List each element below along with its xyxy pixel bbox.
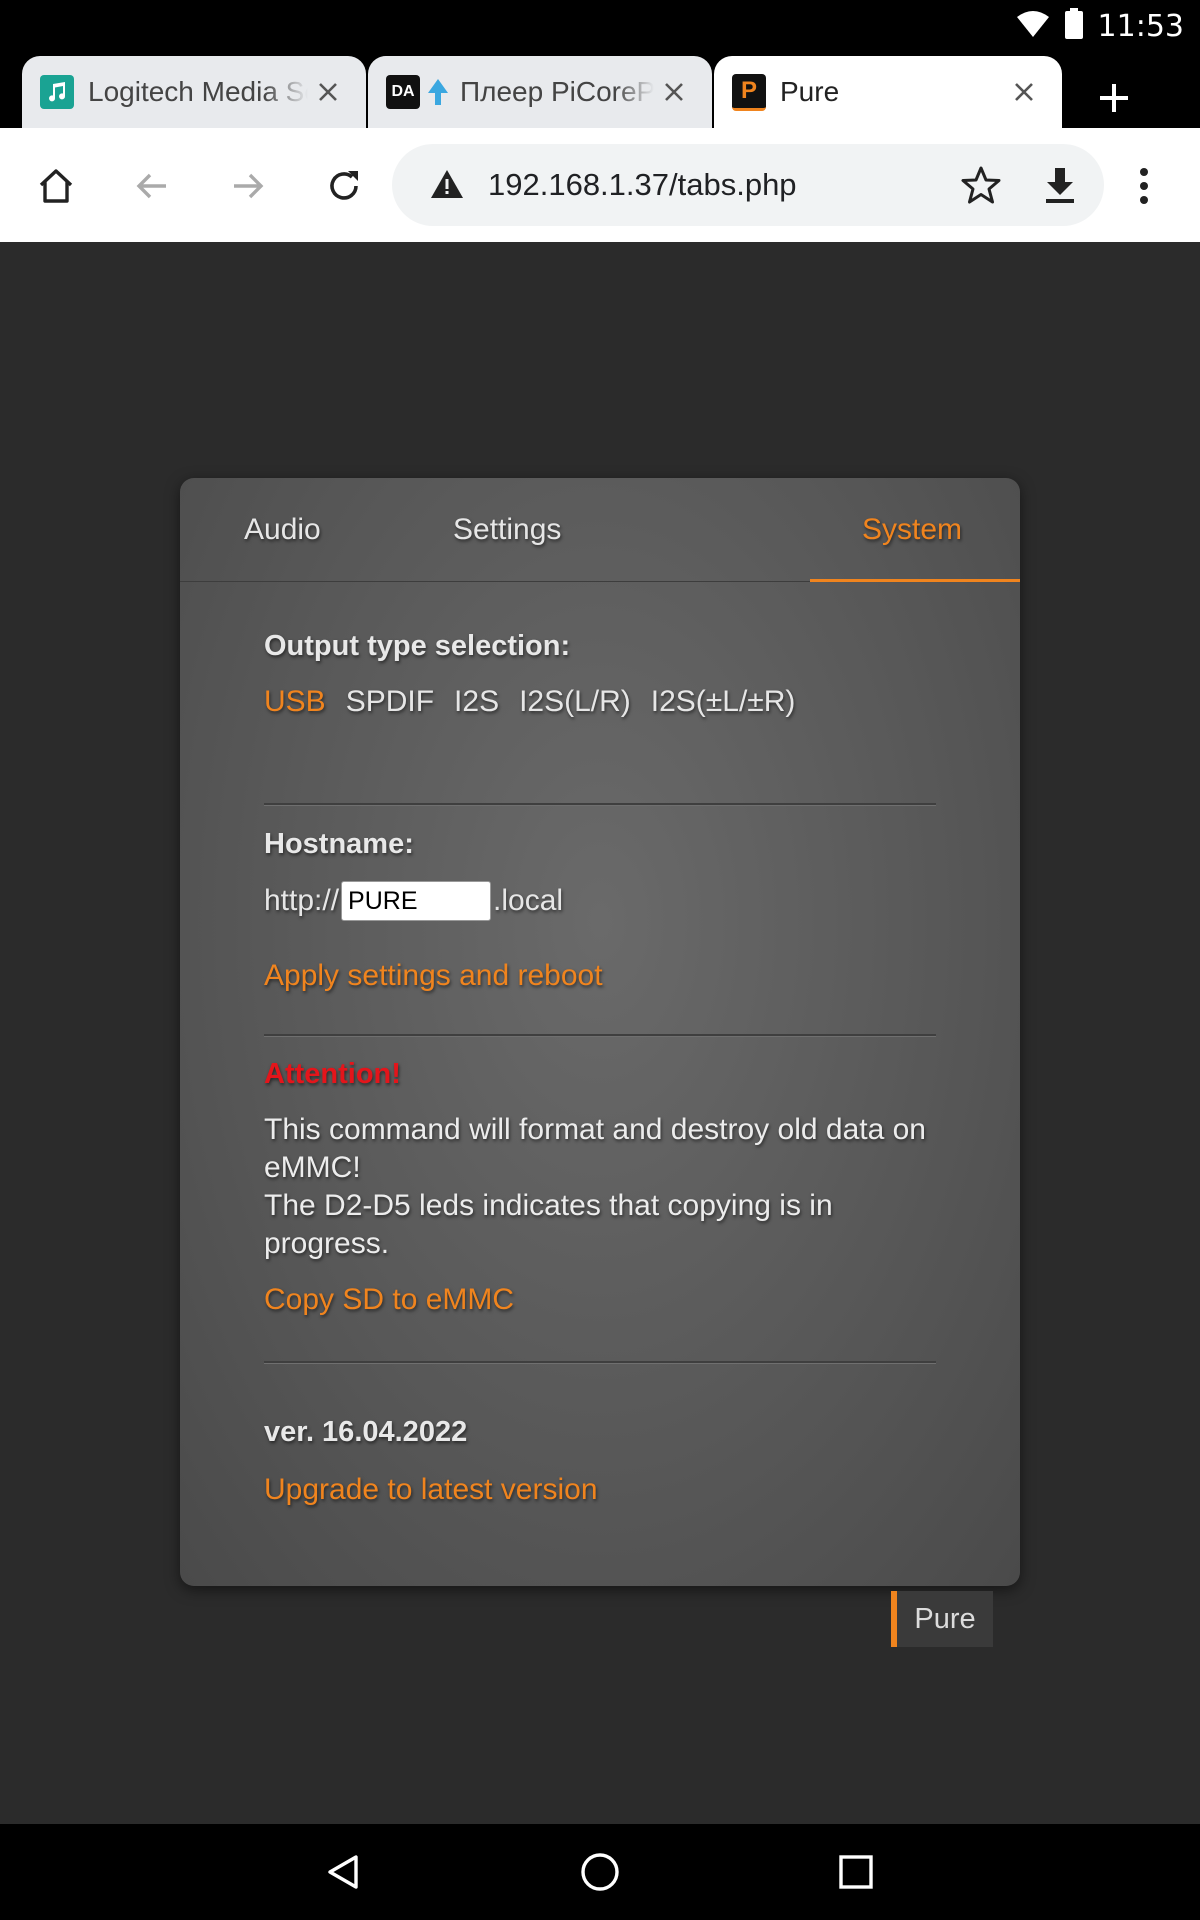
- divider: [264, 1034, 936, 1037]
- browser-tab-strip: Logitech Media Server DA Плеер PiCorePla…: [0, 52, 1200, 128]
- hostname-row: http:// .local: [264, 881, 936, 921]
- back-button[interactable]: [124, 158, 180, 214]
- browser-toolbar: 192.168.1.37/tabs.php: [0, 128, 1200, 242]
- output-section: Output type selection: USB SPDIF I2S I2S…: [264, 630, 936, 719]
- pure-favicon-icon: P: [732, 73, 766, 111]
- tab-settings[interactable]: Settings: [453, 478, 561, 581]
- close-icon[interactable]: [308, 72, 348, 112]
- emmc-warning-line: This command will format and destroy old…: [264, 1113, 926, 1184]
- close-icon[interactable]: [654, 72, 694, 112]
- emmc-warning-line: The D2-D5 leds indicates that copying is…: [264, 1189, 833, 1260]
- navigation-bar: [0, 1824, 1200, 1920]
- selected-tab-indicator: [810, 579, 1020, 582]
- wifi-icon: [1016, 10, 1050, 43]
- output-heading: Output type selection:: [264, 630, 571, 662]
- output-option-i2s-pm-lr[interactable]: I2S(±L/±R): [651, 685, 796, 719]
- triangle-favicon-icon: [426, 77, 450, 107]
- divider: [264, 1361, 936, 1364]
- output-option-spdif[interactable]: SPDIF: [346, 685, 434, 719]
- close-icon[interactable]: [1004, 72, 1044, 112]
- tab-audio[interactable]: Audio: [244, 478, 321, 581]
- version-text: ver. 16.04.2022: [264, 1416, 468, 1448]
- browser-tab-title: Logitech Media Server: [88, 76, 308, 107]
- browser-tab-title: Плеер PiCorePlayer: [460, 76, 654, 107]
- nav-back-icon[interactable]: [316, 1844, 372, 1900]
- lms-icon: [40, 75, 74, 109]
- hostname-input[interactable]: [341, 881, 492, 921]
- output-option-i2s-lr[interactable]: I2S(L/R): [519, 685, 631, 719]
- hostname-heading: Hostname:: [264, 828, 414, 860]
- browser-tab-pure[interactable]: P Pure: [714, 56, 1062, 128]
- browser-tab-title: Pure: [780, 76, 840, 107]
- star-icon[interactable]: [960, 164, 1002, 211]
- status-bar: 11:53: [0, 0, 1200, 52]
- apply-settings-link[interactable]: Apply settings and reboot: [264, 959, 936, 993]
- emmc-section: Attention! This command will format and …: [264, 1058, 936, 1317]
- battery-icon: [1064, 7, 1084, 45]
- clock: 11:53: [1097, 8, 1184, 44]
- copy-sd-to-emmc-link[interactable]: Copy SD to eMMC: [264, 1283, 936, 1317]
- hostname-prefix: http://: [264, 884, 340, 917]
- url-text[interactable]: 192.168.1.37/tabs.php: [488, 144, 797, 226]
- output-options: USB SPDIF I2S I2S(L/R) I2S(±L/±R): [264, 685, 936, 719]
- settings-panel: Audio Settings System Output type select…: [180, 478, 1020, 1586]
- browser-tab-lms[interactable]: Logitech Media Server: [22, 56, 366, 128]
- nav-recents-icon[interactable]: [828, 1844, 884, 1900]
- forward-button[interactable]: [220, 158, 276, 214]
- da-favicon-icon: DA: [386, 75, 420, 109]
- warning-icon[interactable]: [430, 168, 464, 205]
- pure-badge[interactable]: Pure: [891, 1591, 993, 1647]
- download-icon[interactable]: [1040, 164, 1080, 211]
- hostname-suffix: .local: [493, 884, 564, 917]
- version-section: ver. 16.04.2022 Upgrade to latest versio…: [264, 1416, 936, 1507]
- reload-button[interactable]: [316, 158, 372, 214]
- home-button[interactable]: [28, 158, 84, 214]
- panel-tabs: Audio Settings System: [180, 478, 1020, 582]
- tab-system[interactable]: System: [862, 478, 962, 581]
- page-content: Audio Settings System Output type select…: [0, 242, 1200, 1824]
- upgrade-link[interactable]: Upgrade to latest version: [264, 1473, 936, 1507]
- menu-icon[interactable]: [1116, 158, 1172, 214]
- attention-label: Attention!: [264, 1058, 401, 1090]
- nav-home-icon[interactable]: [572, 1844, 628, 1900]
- browser-tab-picoreplayer[interactable]: DA Плеер PiCorePlayer: [368, 56, 712, 128]
- emmc-warning-text: This command will format and destroy old…: [264, 1111, 936, 1263]
- hostname-section: Hostname: http:// .local Apply settings …: [264, 828, 936, 993]
- new-tab-button[interactable]: [1084, 68, 1144, 128]
- output-option-usb[interactable]: USB: [264, 685, 326, 719]
- divider: [264, 803, 936, 806]
- output-option-i2s[interactable]: I2S: [454, 685, 499, 719]
- address-bar[interactable]: 192.168.1.37/tabs.php: [392, 144, 1104, 226]
